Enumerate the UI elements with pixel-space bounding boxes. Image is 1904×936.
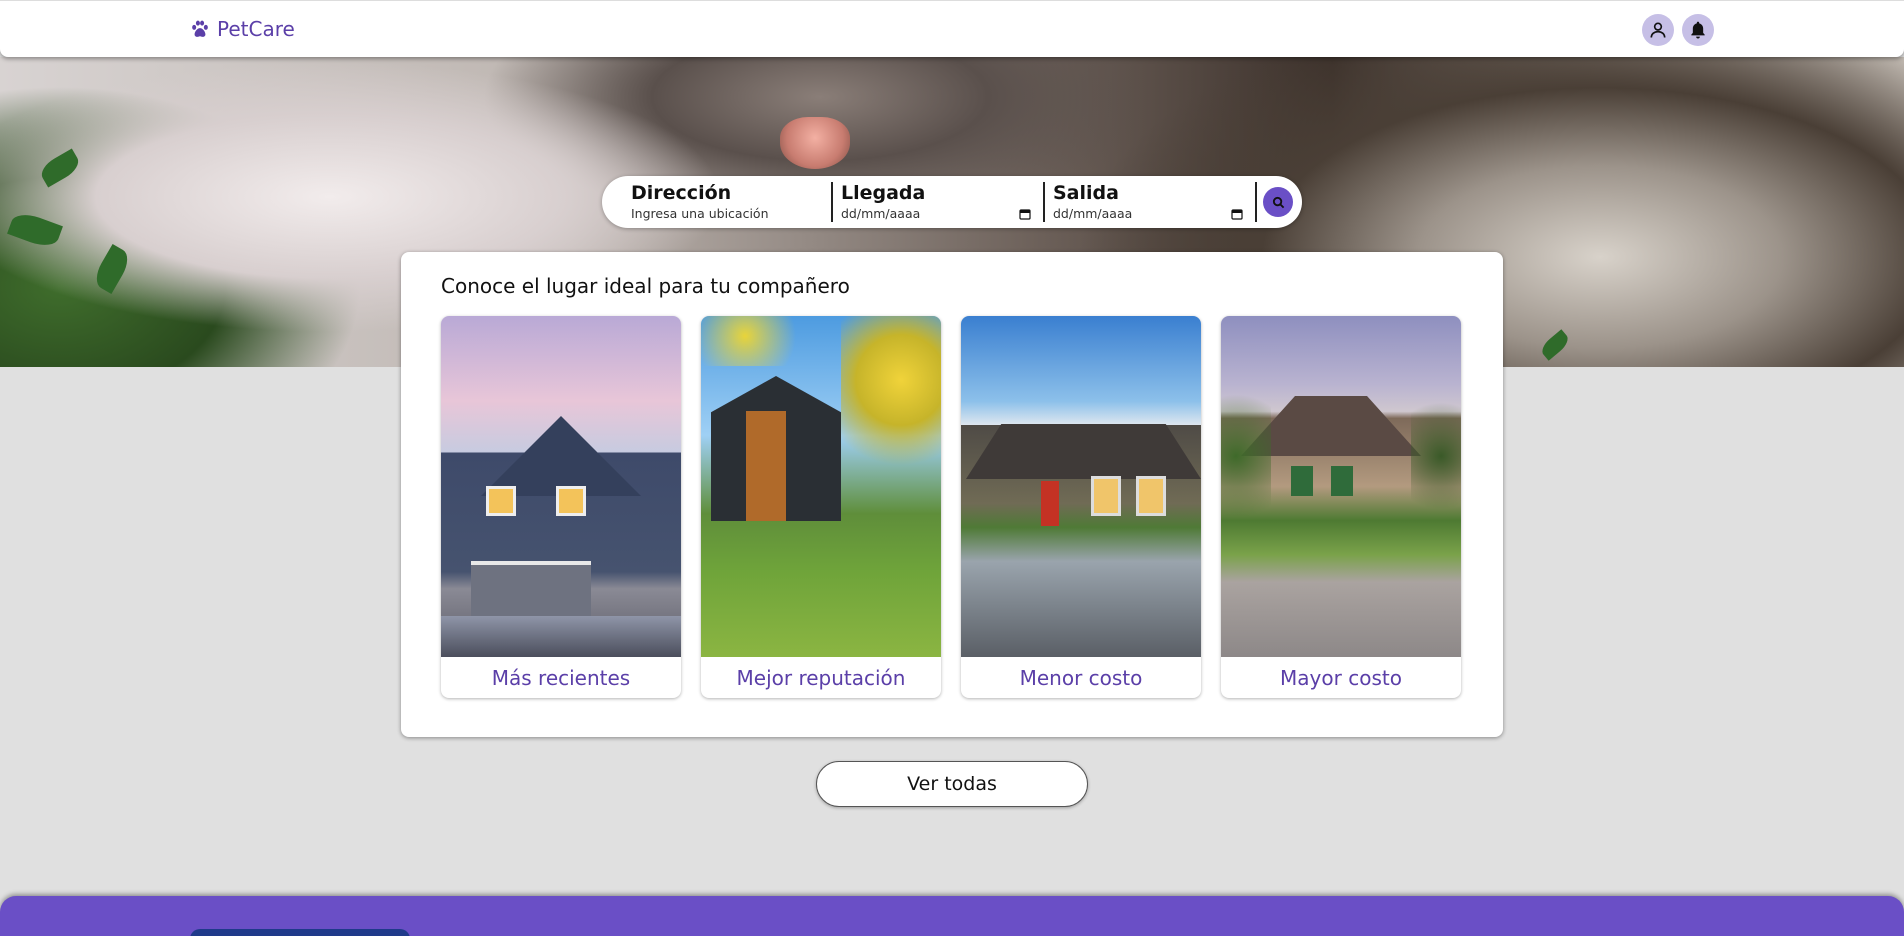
calendar-icon[interactable] — [1231, 208, 1243, 220]
house-photo — [1221, 316, 1461, 657]
top-navbar: PetCare — [0, 0, 1904, 57]
house-photo — [961, 316, 1201, 657]
search-bar: Dirección Ingresa una ubicación Llegada … — [602, 176, 1302, 228]
categories-panel: Conoce el lugar ideal para tu compañero … — [401, 252, 1503, 737]
divider — [1255, 182, 1257, 222]
house-photo — [701, 316, 941, 657]
leaf — [7, 209, 63, 251]
panel-title: Conoce el lugar ideal para tu compañero — [441, 274, 850, 298]
calendar-icon[interactable] — [1019, 208, 1031, 220]
user-profile-button[interactable] — [1642, 14, 1674, 46]
category-label: Mayor costo — [1280, 665, 1402, 690]
search-icon — [1272, 196, 1284, 208]
see-all-button[interactable]: Ver todas — [816, 761, 1088, 807]
search-button[interactable] — [1263, 187, 1293, 217]
arrival-field[interactable]: Llegada dd/mm/aaaa — [833, 182, 1043, 222]
category-label: Mejor reputación — [736, 665, 906, 690]
paw-icon — [192, 20, 208, 37]
departure-date-input[interactable]: dd/mm/aaaa — [1053, 206, 1132, 221]
category-label: Menor costo — [1019, 665, 1143, 690]
house-photo — [441, 316, 681, 657]
category-label: Más recientes — [491, 665, 631, 690]
arrival-label: Llegada — [841, 182, 926, 204]
category-card-reputation[interactable]: Mejor reputación — [701, 316, 941, 698]
category-card-recent[interactable]: Más recientes — [441, 316, 681, 698]
brand-logo[interactable]: PetCare — [190, 17, 295, 41]
address-input[interactable]: Ingresa una ubicación — [631, 206, 769, 221]
brand-name: PetCare — [217, 17, 295, 41]
departure-label: Salida — [1053, 182, 1119, 204]
footer-pill[interactable] — [190, 929, 410, 936]
address-label: Dirección — [631, 182, 732, 204]
category-card-high-cost[interactable]: Mayor costo — [1221, 316, 1461, 698]
leaf — [1538, 329, 1572, 361]
category-card-low-cost[interactable]: Menor costo — [961, 316, 1201, 698]
leaf — [37, 148, 83, 188]
user-icon — [1650, 22, 1666, 38]
footer — [0, 896, 1904, 936]
address-field[interactable]: Dirección Ingresa una ubicación — [602, 182, 831, 222]
departure-field[interactable]: Salida dd/mm/aaaa — [1045, 182, 1255, 222]
arrival-date-input[interactable]: dd/mm/aaaa — [841, 206, 920, 221]
cat-nose — [780, 117, 850, 169]
leaf — [90, 243, 134, 295]
bell-icon — [1691, 21, 1705, 39]
notifications-button[interactable] — [1682, 14, 1714, 46]
